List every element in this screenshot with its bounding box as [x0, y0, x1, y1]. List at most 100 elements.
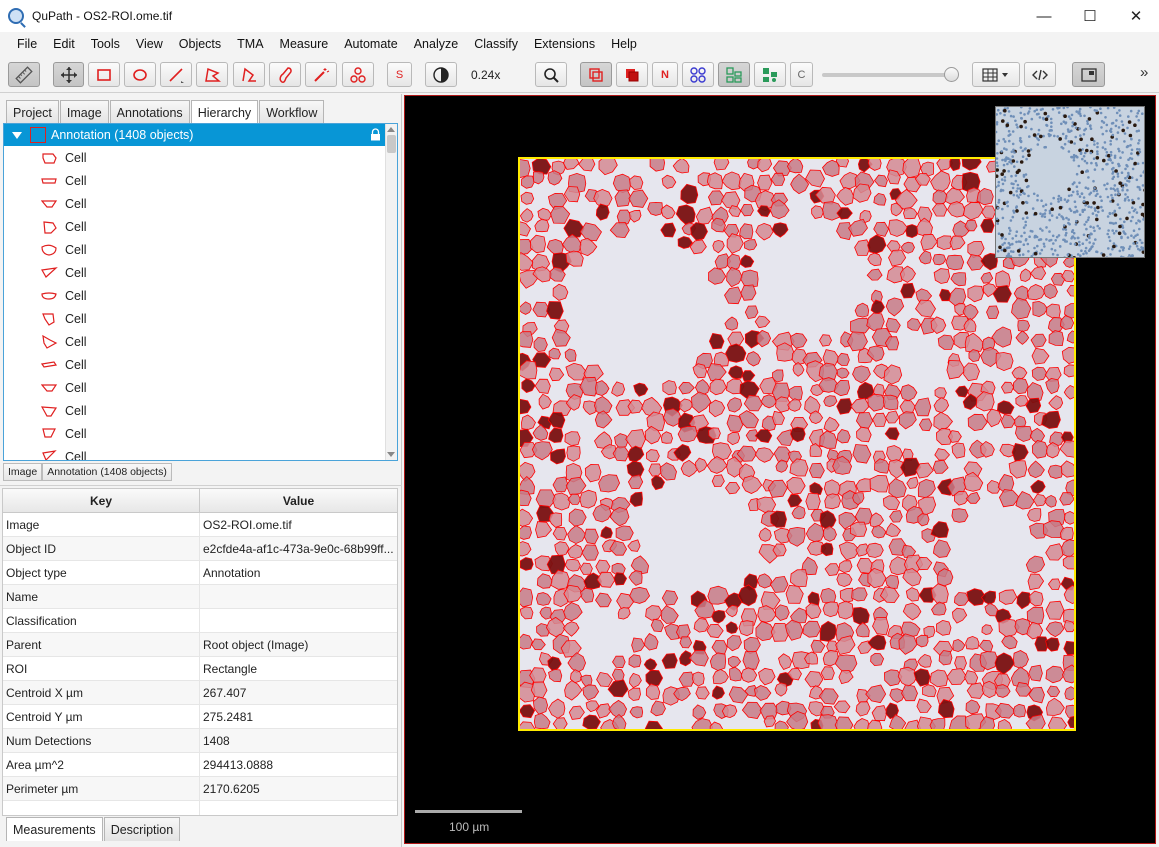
key-column-header[interactable]: Key: [3, 489, 200, 512]
property-row[interactable]: Classification: [3, 609, 397, 633]
property-row[interactable]: Num Detections 1408: [3, 729, 397, 753]
property-row[interactable]: Object type Annotation: [3, 561, 397, 585]
grid-options-button[interactable]: [972, 62, 1020, 87]
tree-item-cell[interactable]: Cell: [4, 445, 397, 460]
selection-mode-button[interactable]: S: [387, 62, 412, 87]
menu-measure[interactable]: Measure: [272, 37, 337, 51]
tree-item-cell[interactable]: Cell: [4, 422, 397, 445]
measure-tool-button[interactable]: [8, 62, 40, 87]
tree-item-cell[interactable]: Cell: [4, 146, 397, 169]
menu-edit[interactable]: Edit: [45, 37, 83, 51]
points-tool-button[interactable]: [342, 62, 374, 87]
opacity-slider-thumb[interactable]: [944, 67, 959, 82]
property-row[interactable]: ROI Rectangle: [3, 657, 397, 681]
tree-scrollbar[interactable]: [385, 124, 397, 460]
menu-extensions[interactable]: Extensions: [526, 37, 603, 51]
line-tool-button[interactable]: [160, 62, 192, 87]
property-row[interactable]: Perimeter µm 2170.6205: [3, 777, 397, 801]
tab-description[interactable]: Description: [103, 817, 181, 841]
tree-root-annotation[interactable]: Annotation (1408 objects): [4, 124, 397, 146]
tma-grid-icon: [690, 66, 706, 83]
fill-detections-button[interactable]: [754, 62, 786, 87]
minimize-button[interactable]: —: [1021, 0, 1067, 32]
expand-arrow-icon[interactable]: [12, 131, 22, 139]
rectangle-tool-button[interactable]: [88, 62, 120, 87]
property-row[interactable]: Object ID e2cfde4a-af1c-473a-9e0c-68b99ff…: [3, 537, 397, 561]
tree-item-cell[interactable]: Cell: [4, 399, 397, 422]
tree-item-cell[interactable]: Cell: [4, 376, 397, 399]
zoom-to-fit-button[interactable]: [535, 62, 567, 87]
scale-bar-label: 100 µm: [449, 820, 490, 834]
hierarchy-tree[interactable]: Annotation (1408 objects) Cell Cell Cell Ce…: [3, 123, 398, 461]
contrast-icon: [433, 66, 449, 83]
tree-item-cell[interactable]: Cell: [4, 169, 397, 192]
show-connections-button[interactable]: C: [790, 62, 813, 87]
menu-analyze[interactable]: Analyze: [406, 37, 466, 51]
tab-image[interactable]: Image: [59, 100, 109, 124]
menu-bar: File Edit Tools View Objects TMA Measure…: [0, 32, 1159, 56]
value-column-header[interactable]: Value: [200, 489, 397, 512]
tab-project[interactable]: Project: [6, 100, 59, 124]
menu-automate[interactable]: Automate: [336, 37, 406, 51]
annotation-rectangle[interactable]: [518, 157, 1076, 731]
close-button[interactable]: ✕: [1113, 0, 1159, 32]
tree-item-cell[interactable]: Cell: [4, 353, 397, 376]
brush-tool-button[interactable]: [269, 62, 301, 87]
tree-item-cell[interactable]: Cell: [4, 330, 397, 353]
maximize-button[interactable]: ☐: [1067, 0, 1113, 32]
property-row[interactable]: Area µm^2 294413.0888: [3, 753, 397, 777]
property-row[interactable]: Name: [3, 585, 397, 609]
tree-item-cell[interactable]: Cell: [4, 261, 397, 284]
scroll-up-icon[interactable]: [387, 127, 395, 132]
opacity-slider-track[interactable]: [822, 73, 952, 77]
show-detections-button[interactable]: [718, 62, 750, 87]
show-tma-grid-button[interactable]: [682, 62, 714, 87]
tree-item-cell[interactable]: Cell: [4, 307, 397, 330]
properties-table: Key Value Image OS2-ROI.ome.tif Object ID e…: [2, 488, 398, 816]
property-value: Root object (Image): [203, 637, 309, 652]
polyline-tool-button[interactable]: [233, 62, 265, 87]
menu-tools[interactable]: Tools: [83, 37, 128, 51]
property-key: Centroid X µm: [3, 681, 200, 704]
tab-measurements[interactable]: Measurements: [6, 817, 103, 841]
menu-tma[interactable]: TMA: [229, 37, 271, 51]
show-names-button[interactable]: N: [652, 62, 678, 87]
cell-shape-icon: [41, 383, 58, 392]
property-row[interactable]: Centroid Y µm 275.2481: [3, 705, 397, 729]
polygon-tool-button[interactable]: [196, 62, 228, 87]
ellipse-tool-button[interactable]: [124, 62, 156, 87]
move-tool-button[interactable]: [53, 62, 84, 87]
script-editor-button[interactable]: [1024, 62, 1056, 87]
tree-item-cell[interactable]: Cell: [4, 215, 397, 238]
tree-item-cell[interactable]: Cell: [4, 192, 397, 215]
menu-classify[interactable]: Classify: [466, 37, 526, 51]
toolbar: S 0.24x N C: [0, 56, 1159, 93]
overview-toggle-button[interactable]: [1072, 62, 1105, 87]
menu-view[interactable]: View: [128, 37, 171, 51]
tree-item-cell[interactable]: Cell: [4, 238, 397, 261]
property-row[interactable]: Parent Root object (Image): [3, 633, 397, 657]
tab-hierarchy[interactable]: Hierarchy: [190, 100, 259, 124]
show-annotations-button[interactable]: [580, 62, 612, 87]
property-row[interactable]: Centroid X µm 267.407: [3, 681, 397, 705]
breadcrumb-annotation[interactable]: Annotation (1408 objects): [42, 463, 172, 481]
scroll-down-icon[interactable]: [387, 452, 395, 457]
tree-item-cell[interactable]: Cell: [4, 284, 397, 307]
tab-annotations[interactable]: Annotations: [109, 100, 190, 124]
property-row[interactable]: Image OS2-ROI.ome.tif: [3, 513, 397, 537]
menu-help[interactable]: Help: [603, 37, 645, 51]
tab-workflow[interactable]: Workflow: [259, 100, 325, 124]
fill-annotations-button[interactable]: [616, 62, 648, 87]
cell-shape-icon: [41, 177, 57, 184]
menu-objects[interactable]: Objects: [171, 37, 229, 51]
property-key: Perimeter µm: [3, 777, 200, 800]
breadcrumb-image[interactable]: Image: [3, 463, 43, 481]
overview-thumbnail[interactable]: [995, 106, 1145, 258]
wand-tool-button[interactable]: [305, 62, 337, 87]
menu-file[interactable]: File: [9, 37, 45, 51]
brightness-contrast-button[interactable]: [425, 62, 457, 87]
tree-scroll-thumb[interactable]: [387, 135, 396, 153]
panel-divider[interactable]: [0, 485, 402, 486]
image-viewer[interactable]: 100 µm: [404, 95, 1156, 844]
more-tools-button[interactable]: »: [1140, 64, 1148, 81]
